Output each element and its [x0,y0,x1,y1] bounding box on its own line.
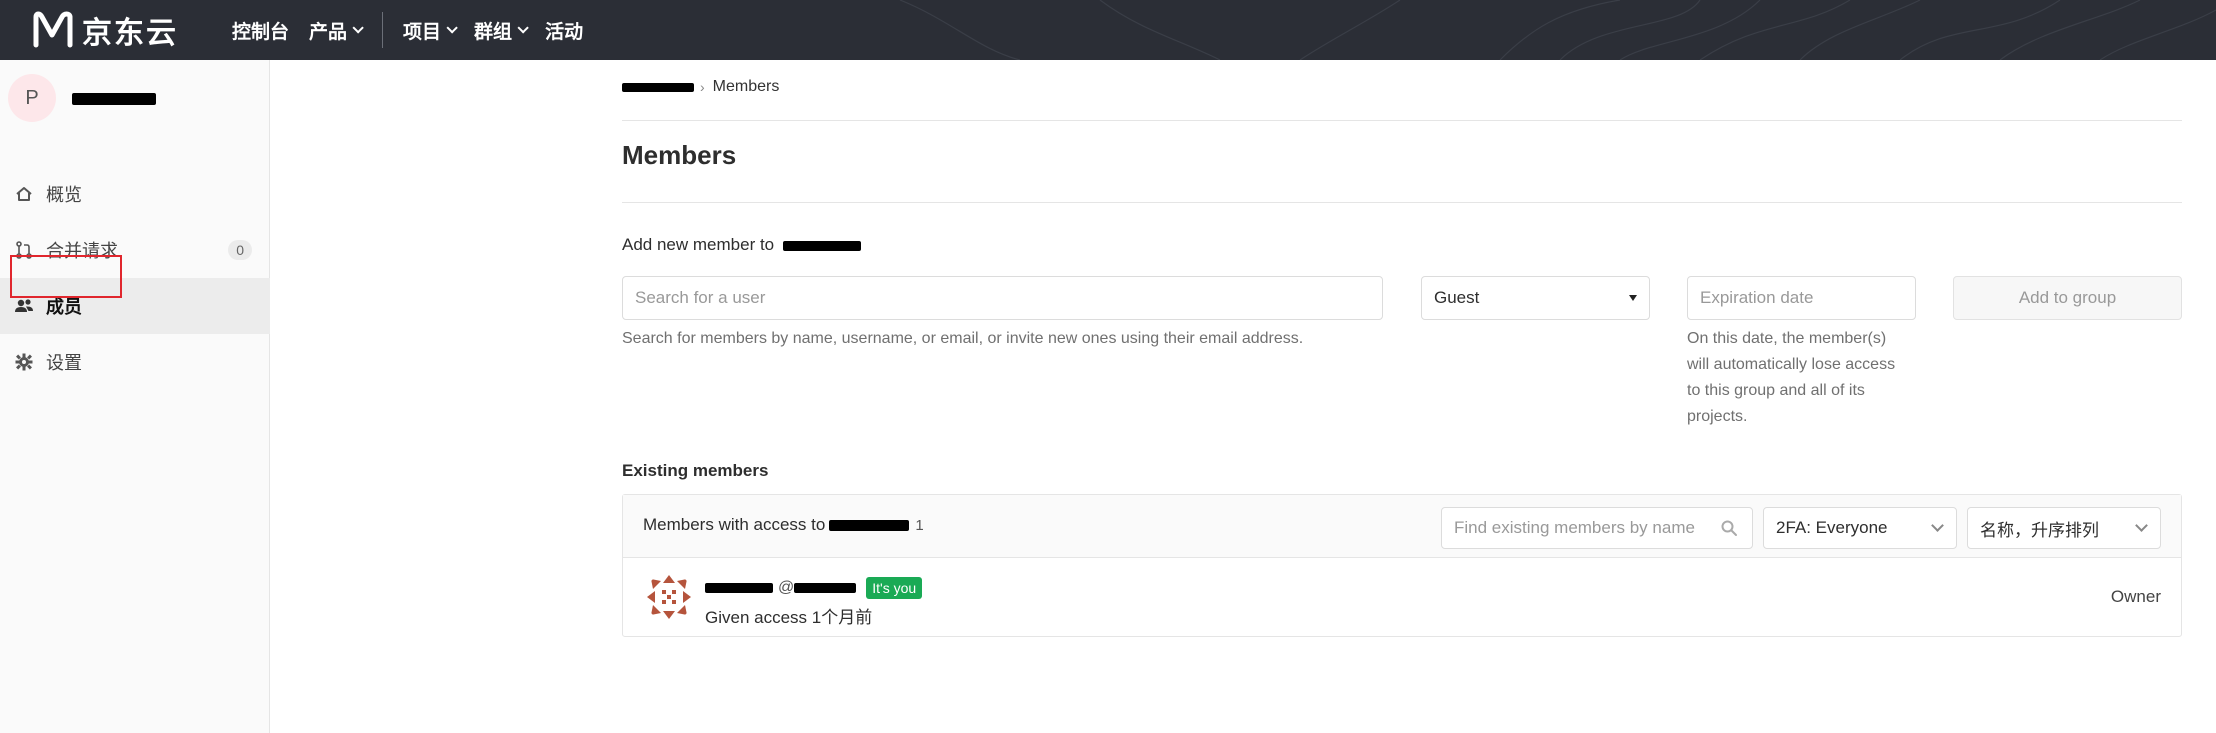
member-identity: @ It's you [705,577,923,599]
add-member-label-text: Add new member to [622,235,775,254]
search-icon [1721,520,1737,536]
merge-request-count-badge: 0 [228,240,252,260]
nav-groups[interactable]: 群组 [474,17,529,44]
members-access-text: Members with access to 1 [643,515,924,535]
chevron-down-icon [517,22,529,34]
members-access-label: Members with access to [643,515,826,534]
member-role: Owner [2110,587,2161,606]
role-select-value: Guest [1434,288,1480,307]
expiration-help-line: to this group and all of its [1687,382,1865,399]
role-select[interactable]: Guest [1421,276,1650,320]
twofa-filter-dropdown[interactable]: 2FA: Everyone [1763,507,1957,549]
gear-icon [14,352,34,372]
expiration-help: On this date, the member(s) will automat… [1687,326,1895,430]
chevron-down-icon [446,22,458,34]
member-row: @ It's you Given access 1个月前 Owner [623,559,2181,637]
expiration-date-input[interactable]: Expiration date [1687,276,1916,320]
existing-members-title: Existing members [622,461,769,480]
nav-groups-label: 群组 [474,20,513,43]
nav-products-label: 产品 [309,20,348,43]
nav-activity[interactable]: 活动 [545,17,583,44]
member-count: 1 [915,516,924,534]
nav-console[interactable]: 控制台 [232,17,289,44]
nav-console-label: 控制台 [232,20,290,43]
divider [622,202,2182,203]
group-name-redacted [72,88,156,109]
main-nav: 控制台 产品 项目 群组 活动 [232,0,603,60]
sort-dropdown[interactable]: 名称，升序排列 [1967,507,2161,549]
logo[interactable]: 京东云 [32,9,178,51]
twofa-filter-value: 2FA: Everyone [1776,518,1888,537]
nav-projects[interactable]: 项目 [403,17,458,44]
identicon-icon [647,575,691,619]
chevron-right-icon: › [700,79,705,95]
sidebar-item-label: 设置 [46,353,82,374]
group-header[interactable]: P [8,74,156,122]
group-name-redacted [782,240,861,251]
member-username-redacted [794,583,857,593]
expiration-date-placeholder: Expiration date [1700,288,1814,307]
sidebar: P 概览 合并请求 0 成员 设置 [0,60,270,733]
expiration-help-line: will automatically lose access [1687,356,1896,373]
sidebar-item-label: 概览 [46,185,82,206]
members-panel-header: Members with access to 1 Find existing m… [623,495,2181,558]
member-avatar[interactable] [645,573,693,621]
its-you-badge: It's you [866,577,923,599]
find-members-placeholder: Find existing members by name [1454,518,1695,537]
chevron-down-icon [1931,519,1944,532]
dropdown-arrow-icon [1629,295,1637,301]
logo-text: 京东云 [82,16,178,51]
user-search-input[interactable]: Search for a user [622,276,1383,320]
add-to-group-button[interactable]: Add to group [1953,276,2182,320]
sidebar-item-settings[interactable]: 设置 [0,334,270,390]
user-search-placeholder: Search for a user [635,288,766,307]
member-access-info: Given access 1个月前 [705,608,873,627]
nav-products[interactable]: 产品 [309,17,364,44]
nav-activity-label: 活动 [545,20,584,43]
home-icon [14,184,34,204]
group-avatar: P [8,74,56,122]
nav-divider [382,12,384,48]
top-navbar: 京东云 控制台 产品 项目 群组 活动 [0,0,2216,60]
expiration-help-line: projects. [1687,408,1748,425]
find-members-input[interactable]: Find existing members by name [1441,507,1753,549]
sidebar-item-overview[interactable]: 概览 [0,166,270,222]
chevron-down-icon [352,22,364,34]
expiration-help-line: On this date, the member(s) [1687,330,1887,347]
page-title: Members [622,140,737,170]
add-member-label: Add new member to [622,235,861,255]
users-icon [14,296,34,316]
user-search-help: Search for members by name, username, or… [622,330,1304,347]
divider [622,120,2182,121]
members-panel: Members with access to 1 Find existing m… [622,494,2182,637]
highlight-outline [10,255,122,298]
breadcrumb-current: Members [712,78,780,95]
sort-value: 名称，升序排列 [1980,520,2099,540]
breadcrumb: › Members [622,78,779,96]
breadcrumb-group-redacted[interactable] [622,82,694,92]
member-name-redacted[interactable] [705,583,773,593]
member-at-sign: @ [778,579,795,596]
nav-projects-label: 项目 [403,20,442,43]
chevron-down-icon [2135,519,2148,532]
jdcloud-logo-icon [33,11,73,48]
group-name-redacted [829,519,910,531]
